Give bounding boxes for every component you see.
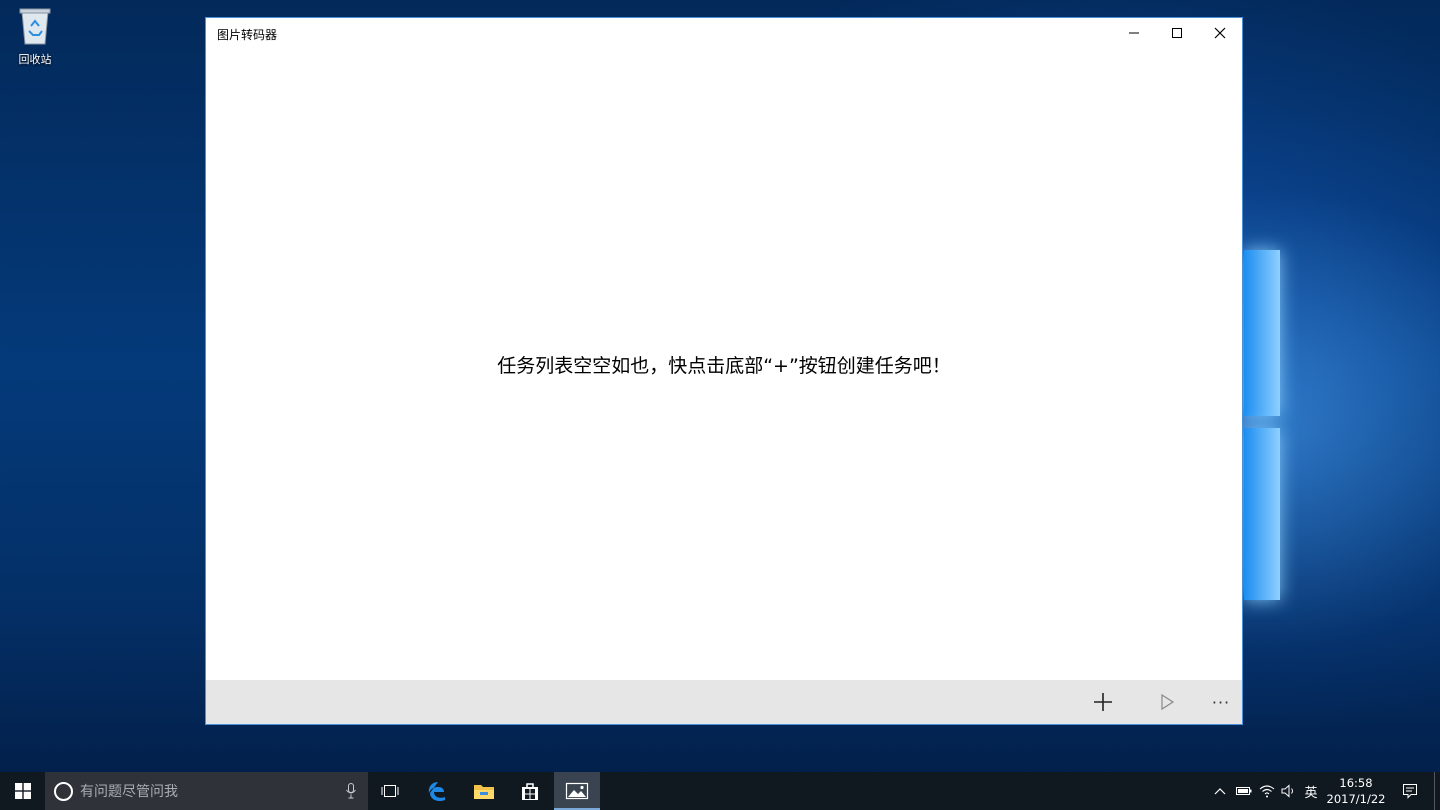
edge-browser-button[interactable] (416, 772, 460, 810)
minimize-icon (1129, 32, 1139, 34)
search-placeholder: 有问题尽管问我 (80, 784, 178, 800)
file-explorer-icon (474, 785, 494, 799)
task-view-icon (381, 785, 399, 797)
title-bar[interactable]: 图片转码器 (206, 18, 1242, 48)
play-icon (1161, 693, 1175, 711)
store-button[interactable] (508, 772, 552, 810)
image-converter-taskbar-button[interactable] (554, 772, 600, 810)
start-button[interactable] (1143, 680, 1191, 724)
edge-icon (428, 782, 445, 802)
clock-time: 16:58 (1339, 776, 1373, 790)
taskbar: 有问题尽管问我 英 16:58 2017/1/22 (0, 772, 1440, 810)
show-desktop-button[interactable] (1434, 772, 1440, 810)
more-icon: ··· (1211, 692, 1231, 712)
microphone-icon[interactable] (346, 783, 356, 799)
volume-button[interactable] (1279, 772, 1299, 810)
desktop-icon-recycle-bin[interactable]: 回收站 (10, 6, 60, 67)
start-button[interactable] (0, 772, 45, 810)
store-icon (522, 783, 538, 800)
recycle-bin-label: 回收站 (18, 53, 52, 66)
file-explorer-button[interactable] (462, 772, 506, 810)
empty-task-list-message: 任务列表空空如也，快点击底部“+”按钮创建任务吧！ (497, 355, 951, 377)
maximize-icon (1172, 28, 1182, 38)
cortana-search-box[interactable]: 有问题尽管问我 (45, 772, 368, 810)
more-options-button[interactable]: ··· (1197, 680, 1245, 724)
photo-app-icon (565, 782, 589, 800)
recycle-bin-icon (18, 6, 52, 46)
windows-start-icon (14, 783, 31, 799)
network-button[interactable] (1257, 772, 1277, 810)
cortana-icon (54, 781, 73, 801)
wallpaper-windows-logo (1244, 250, 1280, 602)
chevron-up-icon (1214, 788, 1226, 795)
plus-icon (1094, 693, 1112, 711)
volume-icon (1281, 784, 1293, 798)
action-center-button[interactable] (1398, 772, 1422, 810)
window-title: 图片转码器 (217, 28, 278, 42)
input-method-indicator[interactable]: 英 (1301, 772, 1321, 810)
bottom-app-bar: ··· (206, 680, 1242, 724)
wifi-icon (1259, 785, 1275, 798)
maximize-button[interactable] (1155, 18, 1199, 48)
clock-date: 2017/1/22 (1326, 792, 1386, 806)
clock[interactable]: 16:58 2017/1/22 (1322, 772, 1390, 810)
minimize-button[interactable] (1112, 18, 1156, 48)
app-window: 图片转码器 任务列表空空如也，快点击底部“+”按钮创建任务吧！ ··· (205, 17, 1243, 725)
task-view-button[interactable] (368, 772, 412, 810)
battery-button[interactable] (1234, 772, 1254, 810)
close-button[interactable] (1198, 18, 1242, 48)
close-icon (1214, 27, 1226, 39)
battery-icon (1236, 787, 1252, 795)
notification-icon (1403, 784, 1417, 799)
show-hidden-icons-button[interactable] (1211, 772, 1229, 810)
add-task-button[interactable] (1079, 680, 1127, 724)
